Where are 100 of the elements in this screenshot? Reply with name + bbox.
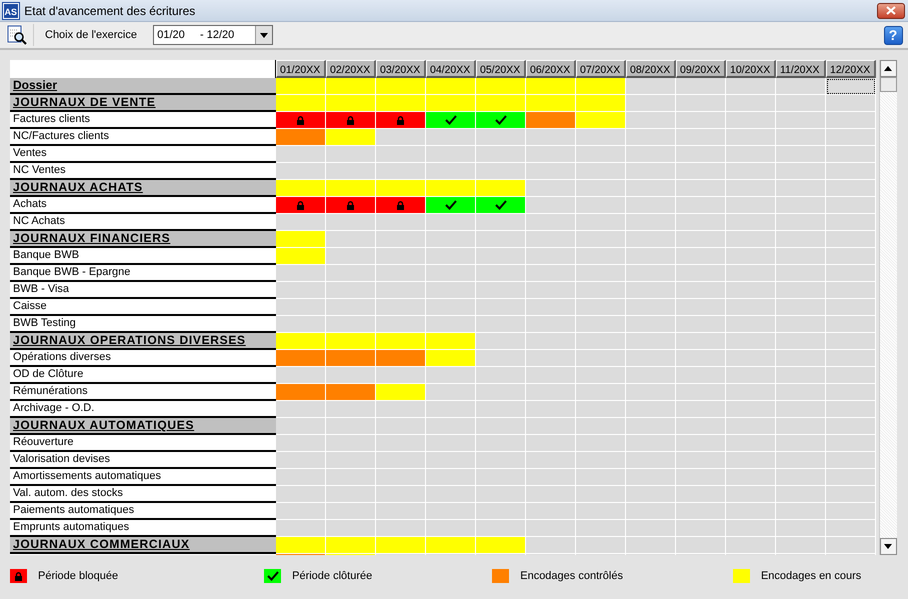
status-cell[interactable] [526,486,576,503]
status-cell[interactable] [726,486,776,503]
status-cell[interactable] [826,469,876,486]
status-cell[interactable] [576,214,626,231]
status-cell[interactable] [326,367,376,384]
status-cell[interactable] [726,214,776,231]
status-cell[interactable] [276,503,326,520]
status-cell[interactable] [776,350,826,367]
status-cell[interactable] [776,367,826,384]
status-cell[interactable] [426,163,476,180]
status-cell[interactable] [776,333,826,350]
status-cell[interactable] [826,265,876,282]
status-cell[interactable] [676,520,726,537]
status-cell[interactable] [326,214,376,231]
status-cell[interactable] [726,231,776,248]
status-cell[interactable] [276,197,326,214]
status-cell[interactable] [576,180,626,197]
status-cell[interactable] [826,197,876,214]
status-cell[interactable] [726,537,776,554]
status-cell[interactable] [526,214,576,231]
status-cell[interactable] [426,316,476,333]
status-cell[interactable] [776,537,826,554]
status-cell[interactable] [326,180,376,197]
status-cell[interactable] [676,537,726,554]
status-cell[interactable] [276,282,326,299]
status-cell[interactable] [576,78,626,95]
status-cell[interactable] [726,316,776,333]
status-cell[interactable] [376,163,426,180]
status-cell[interactable] [526,112,576,129]
status-cell[interactable] [676,435,726,452]
status-cell[interactable] [626,401,676,418]
status-cell[interactable] [526,435,576,452]
status-cell[interactable] [776,163,826,180]
status-cell[interactable] [526,333,576,350]
status-cell[interactable] [276,367,326,384]
status-cell[interactable] [326,146,376,163]
status-cell[interactable] [576,112,626,129]
status-cell[interactable] [426,282,476,299]
status-cell[interactable] [376,537,426,554]
status-cell[interactable] [426,520,476,537]
status-cell[interactable] [476,537,526,554]
status-cell[interactable] [576,367,626,384]
status-cell[interactable] [426,435,476,452]
status-cell[interactable] [476,146,526,163]
status-cell[interactable] [626,435,676,452]
status-cell[interactable] [726,401,776,418]
status-cell[interactable] [376,282,426,299]
status-cell[interactable] [626,452,676,469]
status-cell[interactable] [376,384,426,401]
status-cell[interactable] [576,163,626,180]
status-cell[interactable] [526,197,576,214]
status-cell[interactable] [726,299,776,316]
status-cell[interactable] [426,146,476,163]
status-cell[interactable] [526,418,576,435]
status-cell[interactable] [676,265,726,282]
status-cell[interactable] [426,418,476,435]
status-cell[interactable] [626,520,676,537]
status-cell[interactable] [626,350,676,367]
status-cell[interactable] [676,112,726,129]
status-cell[interactable] [826,503,876,520]
status-cell[interactable] [826,486,876,503]
status-cell[interactable] [526,180,576,197]
status-cell[interactable] [626,265,676,282]
status-cell[interactable] [576,231,626,248]
status-cell[interactable] [576,350,626,367]
status-cell[interactable] [776,180,826,197]
status-cell[interactable] [576,520,626,537]
preview-search-icon[interactable] [6,24,28,46]
status-cell[interactable] [676,146,726,163]
status-cell[interactable] [326,78,376,95]
status-cell[interactable] [476,384,526,401]
status-cell[interactable] [626,180,676,197]
status-cell[interactable] [526,384,576,401]
status-cell[interactable] [726,350,776,367]
status-cell[interactable] [526,282,576,299]
status-cell[interactable] [626,214,676,231]
status-cell[interactable] [376,197,426,214]
status-cell[interactable] [426,197,476,214]
status-cell[interactable] [826,367,876,384]
status-cell[interactable] [276,95,326,112]
status-cell[interactable] [276,316,326,333]
status-cell[interactable] [626,231,676,248]
status-cell[interactable] [276,163,326,180]
status-cell[interactable] [626,367,676,384]
status-cell[interactable] [776,452,826,469]
status-cell[interactable] [776,95,826,112]
status-cell[interactable] [476,469,526,486]
status-cell[interactable] [676,129,726,146]
status-cell[interactable] [726,163,776,180]
status-cell[interactable] [376,180,426,197]
status-cell[interactable] [676,248,726,265]
status-cell[interactable] [476,129,526,146]
status-cell[interactable] [326,95,376,112]
status-cell[interactable] [326,350,376,367]
status-cell[interactable] [826,299,876,316]
status-cell[interactable] [326,435,376,452]
status-cell[interactable] [476,350,526,367]
status-cell[interactable] [826,520,876,537]
status-cell[interactable] [326,265,376,282]
status-cell[interactable] [426,214,476,231]
